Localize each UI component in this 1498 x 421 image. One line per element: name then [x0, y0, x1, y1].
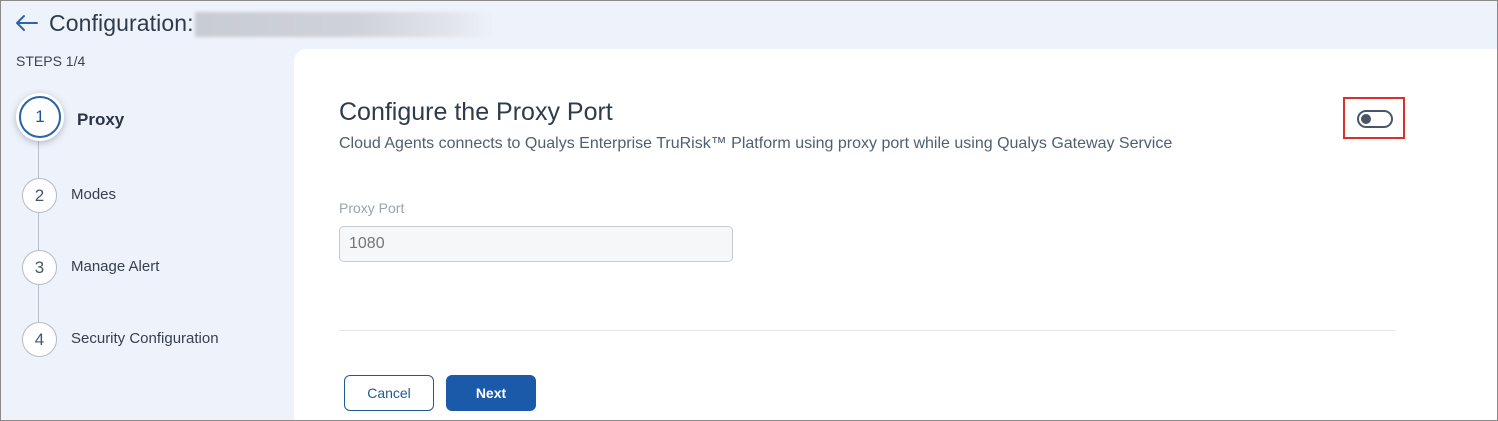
steps-count: STEPS 1/4: [16, 53, 86, 69]
redacted-config-name: [195, 12, 493, 37]
steps-sidebar: STEPS 1/4 1 Proxy 2 Modes 3 Manage Alert…: [1, 47, 293, 420]
proxy-port-input[interactable]: [339, 226, 733, 262]
page-header: Configuration:: [1, 1, 1497, 47]
section-description: Cloud Agents connects to Qualys Enterpri…: [339, 135, 1173, 152]
step-3-circle[interactable]: 3: [22, 250, 57, 285]
section-title: Configure the Proxy Port: [339, 98, 613, 126]
cancel-button[interactable]: Cancel: [344, 375, 434, 411]
next-button[interactable]: Next: [446, 375, 536, 411]
step-4-circle[interactable]: 4: [22, 322, 57, 357]
step-2-circle[interactable]: 2: [22, 178, 57, 213]
step-4-label[interactable]: Security Configuration: [71, 330, 219, 347]
page-title: Configuration:: [49, 10, 194, 36]
step-2-label[interactable]: Modes: [71, 186, 116, 203]
step-1-label[interactable]: Proxy: [77, 110, 124, 130]
app-window: Configuration: STEPS 1/4 1 Proxy 2 Modes…: [0, 0, 1498, 421]
step-3-label[interactable]: Manage Alert: [71, 258, 159, 275]
config-panel: Configure the Proxy Port Cloud Agents co…: [294, 49, 1497, 420]
arrow-left-icon[interactable]: [14, 11, 40, 35]
proxy-port-label: Proxy Port: [339, 200, 405, 216]
step-1-circle[interactable]: 1: [19, 96, 61, 138]
step-connector: [38, 213, 39, 253]
toggle-highlight-box: [1343, 97, 1405, 139]
step-connector: [38, 285, 39, 325]
toggle-knob: [1361, 114, 1371, 124]
proxy-port-toggle[interactable]: [1357, 110, 1393, 128]
divider: [339, 330, 1396, 331]
step-connector: [38, 141, 39, 181]
